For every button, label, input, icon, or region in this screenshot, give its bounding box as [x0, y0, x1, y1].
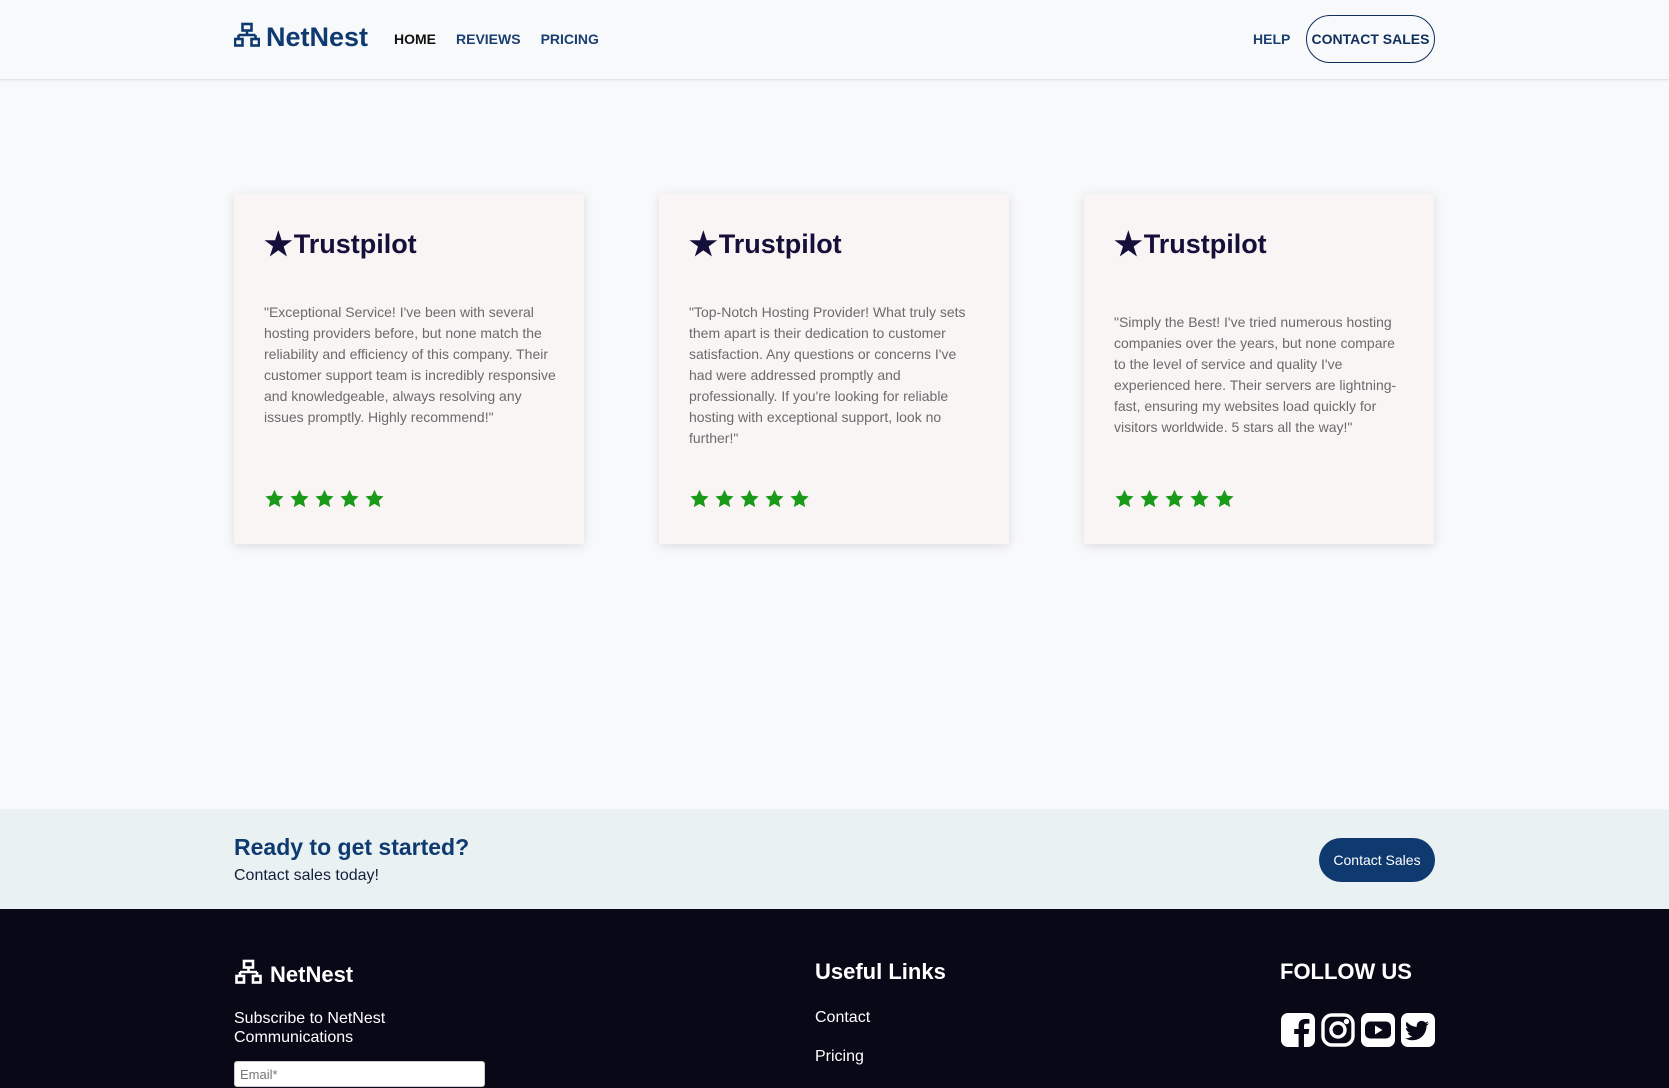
star-icon: [764, 488, 785, 514]
review-text: "Exceptional Service! I've been with sev…: [264, 304, 556, 425]
review-source: Trustpilot: [293, 228, 417, 259]
instagram-icon[interactable]: [1320, 1012, 1356, 1048]
cta-contact-sales-button[interactable]: Contact Sales: [1319, 838, 1435, 882]
trustpilot-logo: ★ Trustpilot: [1114, 224, 1404, 264]
review-text: "Top-Notch Hosting Provider! What truly …: [689, 304, 966, 446]
review-text: "Simply the Best! I've tried numerous ho…: [1114, 314, 1397, 435]
youtube-icon[interactable]: [1360, 1012, 1396, 1048]
site-header: NetNest HOME REVIEWS PRICING HELP CONTAC…: [0, 0, 1669, 80]
star-icon: [689, 488, 710, 514]
review-card: ★ Trustpilot "Exceptional Service! I've …: [234, 194, 584, 544]
review-source: Trustpilot: [1143, 228, 1267, 259]
footer-link-pricing[interactable]: Pricing: [815, 1048, 864, 1066]
star-icon: [314, 488, 335, 514]
useful-links-title: Useful Links: [815, 959, 946, 984]
trustpilot-logo: ★ Trustpilot: [264, 224, 554, 264]
star-icon: [339, 488, 360, 514]
network-icon: [233, 22, 266, 53]
social-links: [1280, 1012, 1436, 1048]
cta-subtitle: Contact sales today!: [234, 867, 379, 884]
star-icon: [1164, 488, 1185, 514]
cta-title: Ready to get started?: [234, 834, 470, 860]
review-card: ★ Trustpilot "Simply the Best! I've trie…: [1084, 194, 1434, 544]
twitter-icon[interactable]: [1400, 1012, 1436, 1048]
subscribe-label: Subscribe to NetNest Communications: [234, 1010, 386, 1046]
star-rating: [264, 488, 385, 514]
nav-pricing[interactable]: PRICING: [541, 31, 599, 47]
footer-link-contact[interactable]: Contact: [815, 1009, 870, 1027]
trustpilot-star-icon: ★: [264, 226, 293, 262]
trustpilot-logo: ★ Trustpilot: [689, 224, 979, 264]
brand-logo[interactable]: NetNest: [233, 22, 369, 53]
star-icon: [739, 488, 760, 514]
footer-brand-name: NetNest: [270, 961, 354, 987]
star-icon: [289, 488, 310, 514]
star-rating: [1114, 488, 1235, 514]
main-nav: HOME REVIEWS PRICING: [394, 31, 599, 47]
email-field[interactable]: [234, 1061, 485, 1087]
network-icon: [234, 959, 270, 990]
follow-us-title: FOLLOW US: [1280, 959, 1412, 984]
star-icon: [264, 488, 285, 514]
brand-name: NetNest: [266, 22, 369, 52]
nav-home[interactable]: HOME: [394, 31, 436, 47]
trustpilot-star-icon: ★: [689, 226, 718, 262]
star-icon: [1114, 488, 1135, 514]
star-icon: [789, 488, 810, 514]
star-icon: [1214, 488, 1235, 514]
facebook-icon[interactable]: [1280, 1012, 1316, 1048]
review-card: ★ Trustpilot "Top-Notch Hosting Provider…: [659, 194, 1009, 544]
nav-reviews[interactable]: REVIEWS: [456, 31, 521, 47]
trustpilot-star-icon: ★: [1114, 226, 1143, 262]
contact-sales-button[interactable]: CONTACT SALES: [1306, 15, 1435, 63]
star-icon: [1189, 488, 1210, 514]
star-icon: [714, 488, 735, 514]
star-icon: [1139, 488, 1160, 514]
cta-banner: Ready to get started? Contact sales toda…: [0, 809, 1669, 909]
review-source: Trustpilot: [718, 228, 842, 259]
site-footer: NetNest Subscribe to NetNest Communicati…: [0, 909, 1669, 1088]
star-rating: [689, 488, 810, 514]
star-icon: [364, 488, 385, 514]
footer-brand[interactable]: NetNest: [234, 959, 353, 990]
nav-help[interactable]: HELP: [1253, 31, 1290, 47]
